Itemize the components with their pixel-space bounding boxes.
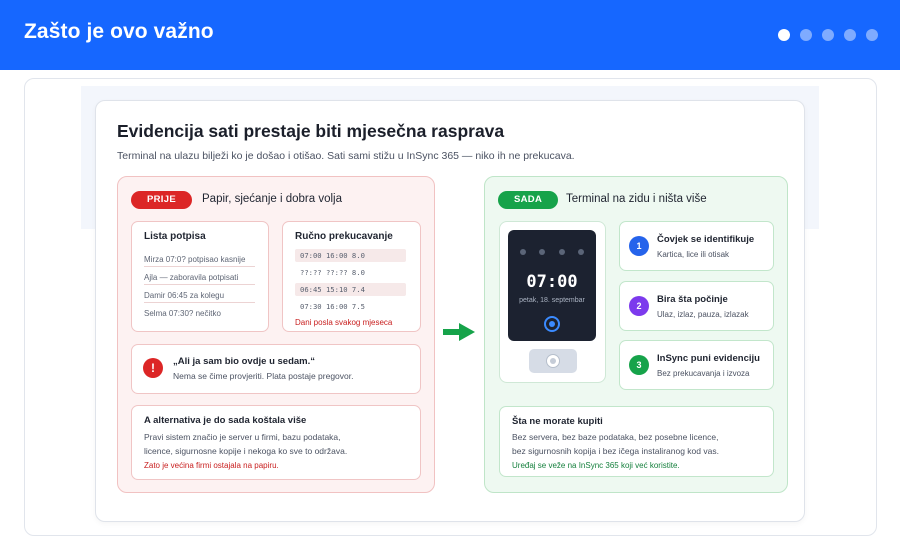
signature-row: Ajla — zaboravila potpisati [144, 273, 255, 285]
screen-indicators [520, 249, 584, 255]
slide-pagination [778, 29, 878, 41]
manual-entry-row: ??:?? ??:?? 8.0 [300, 268, 365, 277]
quote-title: „Ali ja sam bio ovdje u sedam.“ [173, 356, 316, 367]
scan-icon [544, 316, 560, 332]
after-badge: SADA [498, 191, 559, 209]
pagination-dot-1[interactable] [778, 29, 790, 41]
no-purchase-line-1: Bez servera, bez baze podataka, bez pose… [512, 432, 719, 442]
after-panel: SADA Terminal na zidu i ništa više 07:00… [484, 176, 788, 493]
step-card-choose: 2 Bira šta počinje Ulaz, izlaz, pauza, i… [619, 281, 774, 331]
fingerprint-reader-icon [529, 349, 577, 373]
step-desc: Ulaz, izlaz, pauza, izlazak [657, 310, 749, 319]
quote-text: Nema se čime provjeriti. Plata postaje p… [173, 371, 354, 381]
signature-row: Selma 07:30? nečitko [144, 309, 221, 318]
terminal-screen: 07:00 petak, 18. septembar [508, 230, 596, 341]
no-purchase-title: Šta ne morate kupiti [512, 416, 603, 427]
step-desc: Bez prekucavanja i izvoza [657, 369, 750, 378]
manual-entry-note: Dani posla svakog mjeseca [295, 318, 393, 327]
signature-list-card: Lista potpisa Mirza 07:0? potpisao kasni… [131, 221, 269, 332]
manual-entry-row: 07:00 16:00 8.0 [295, 249, 406, 262]
terminal-clock: 07:00 [526, 272, 578, 292]
terminal-device: 07:00 petak, 18. septembar [499, 221, 606, 383]
slide-card: Evidencija sati prestaje biti mjesečna r… [95, 100, 805, 522]
slide-subtitle: Terminal na ulazu bilježi ko je došao i … [117, 150, 575, 162]
after-heading: Terminal na zidu i ništa više [566, 193, 707, 205]
pagination-dot-3[interactable] [822, 29, 834, 41]
step-desc: Kartica, lice ili otisak [657, 250, 730, 259]
header-bar: Zašto je ovo važno [0, 0, 900, 70]
alternative-note: Zato je većina firmi ostajala na papiru. [144, 461, 279, 470]
manual-entry-row: 07:30 16:00 7.5 [300, 302, 365, 311]
alternative-line-2: licence, sigurnosne kopije i nekoga ko s… [144, 446, 348, 456]
signature-row: Damir 06:45 za kolegu [144, 291, 255, 303]
before-panel: PRIJE Papir, sjećanje i dobra volja List… [117, 176, 435, 493]
slide-title: Evidencija sati prestaje biti mjesečna r… [117, 121, 505, 141]
signature-row: Mirza 07:0? potpisao kasnije [144, 255, 255, 267]
alternative-title: A alternativa je do sada koštala više [144, 415, 307, 426]
step-title: Bira šta počinje [657, 294, 728, 305]
pagination-dot-5[interactable] [866, 29, 878, 41]
step-title: InSync puni evidenciju [657, 353, 760, 364]
step-card-fill: 3 InSync puni evidenciju Bez prekucavanj… [619, 340, 774, 390]
no-purchase-line-2: bez sigurnosnih kopija i bez ičega insta… [512, 446, 719, 456]
signature-list-title: Lista potpisa [144, 231, 206, 242]
alternative-card: A alternativa je do sada koštala više Pr… [131, 405, 421, 480]
quote-card: ! „Ali ja sam bio ovdje u sedam.“ Nema s… [131, 344, 421, 394]
step-number-3: 3 [629, 355, 649, 375]
warning-icon: ! [143, 358, 163, 378]
manual-entry-row: 06:45 15:10 7.4 [295, 283, 406, 296]
before-heading: Papir, sjećanje i dobra volja [202, 193, 342, 205]
step-card-identify: 1 Čovjek se identifikuje Kartica, lice i… [619, 221, 774, 271]
page-title: Zašto je ovo važno [24, 20, 214, 43]
alternative-line-1: Pravi sistem značio je server u firmi, b… [144, 432, 341, 442]
no-purchase-note: Uređaj se veže na InSync 365 koji već ko… [512, 461, 680, 470]
terminal-date: petak, 18. septembar [519, 297, 585, 304]
before-badge: PRIJE [131, 191, 192, 209]
pagination-dot-2[interactable] [800, 29, 812, 41]
step-title: Čovjek se identifikuje [657, 234, 755, 245]
step-number-1: 1 [629, 236, 649, 256]
pagination-dot-4[interactable] [844, 29, 856, 41]
no-purchase-card: Šta ne morate kupiti Bez servera, bez ba… [499, 406, 774, 477]
step-number-2: 2 [629, 296, 649, 316]
manual-entry-title: Ručno prekucavanje [295, 231, 393, 242]
manual-entry-card: Ručno prekucavanje 07:00 16:00 8.0 ??:??… [282, 221, 421, 332]
arrow-right-icon [443, 323, 475, 341]
